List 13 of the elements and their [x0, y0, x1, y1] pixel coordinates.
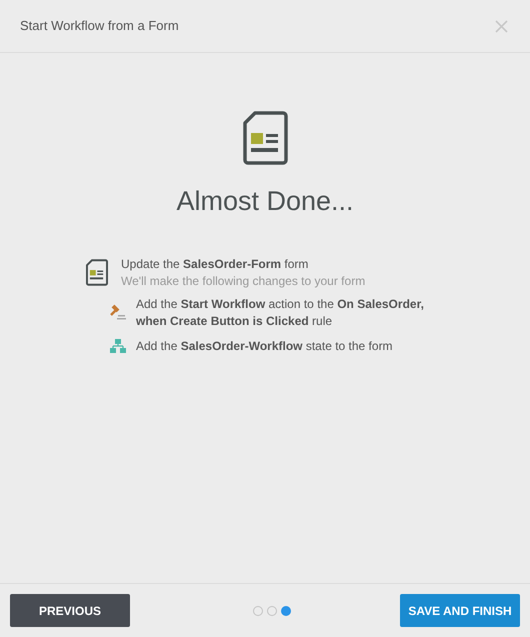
summary-title: Update the SalesOrder-Form form	[121, 256, 310, 272]
gavel-icon	[110, 304, 126, 320]
change-text: Add the Start Workflow action to the On SalesOrder, when Create Button is Clicked rule	[136, 296, 425, 330]
close-icon[interactable]	[495, 20, 508, 32]
heading: Almost Done...	[176, 185, 354, 218]
form-icon	[242, 111, 288, 165]
hierarchy-icon	[110, 338, 126, 354]
save-and-finish-button[interactable]: SAVE AND FINISH	[400, 594, 520, 627]
dialog-title: Start Workflow from a Form	[20, 17, 179, 36]
change-text: Add the SalesOrder-Workflow state to the form	[136, 338, 394, 354]
form-icon	[86, 258, 108, 286]
summary-subtitle: We'll make the following changes to your form	[121, 272, 366, 290]
previous-button[interactable]: PREVIOUS	[10, 594, 130, 627]
